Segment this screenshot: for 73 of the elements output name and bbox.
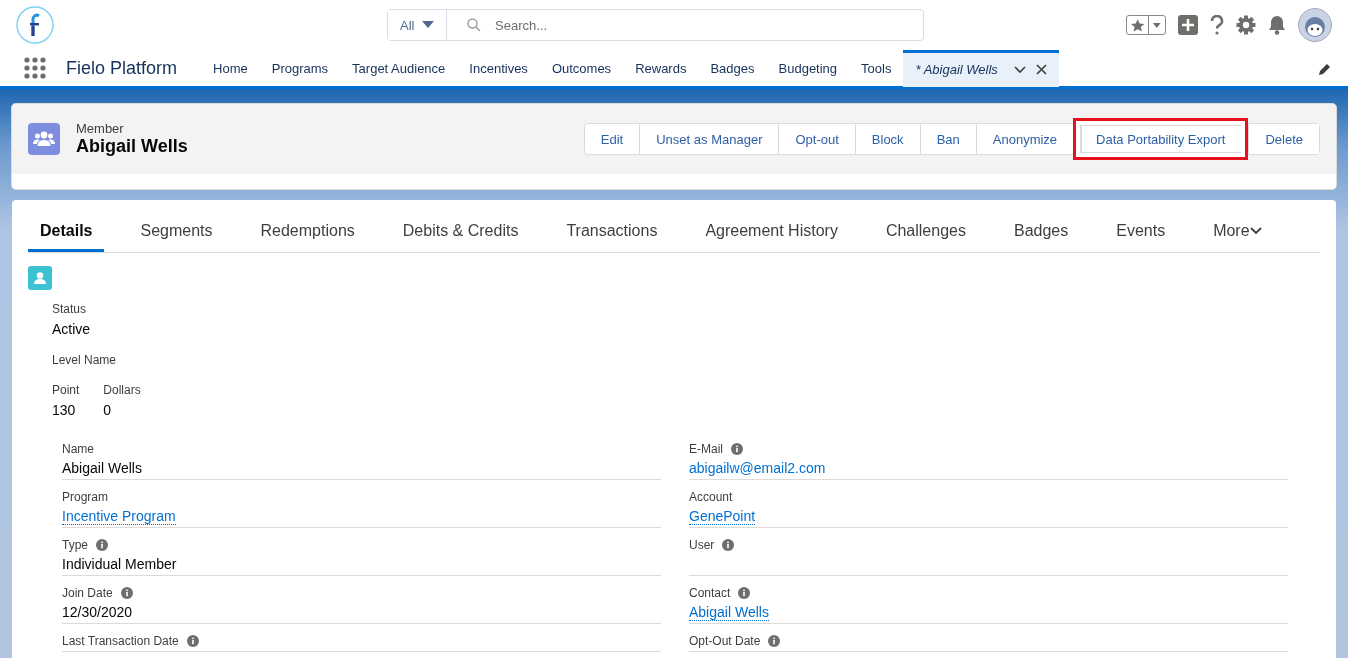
app-launcher-icon[interactable] <box>24 57 46 79</box>
info-icon[interactable] <box>738 587 751 599</box>
tab[interactable]: Agreement History <box>693 222 850 252</box>
info-icon[interactable] <box>96 539 108 551</box>
search-icon <box>467 18 481 32</box>
balance-label: Point <box>52 383 80 397</box>
info-icon[interactable] <box>768 635 781 647</box>
logo-icon[interactable] <box>16 6 54 44</box>
tab[interactable]: Events <box>1104 222 1178 252</box>
notifications-icon[interactable] <box>1268 15 1286 35</box>
email-link[interactable]: abigailw@email2.com <box>689 460 826 476</box>
edit-icon[interactable] <box>1318 62 1332 76</box>
close-icon[interactable] <box>1036 64 1048 75</box>
field-label: Last Transaction Date <box>62 634 179 648</box>
chevron-down-icon[interactable] <box>1014 65 1027 74</box>
caret-down-icon <box>422 21 435 29</box>
add-icon[interactable] <box>1178 15 1198 35</box>
chevron-down-icon <box>1249 227 1262 235</box>
record-type: Member <box>76 121 125 136</box>
settings-icon[interactable] <box>1236 15 1256 35</box>
field-label: Contact <box>689 586 731 600</box>
info-icon[interactable] <box>731 443 743 455</box>
balance-value: 130 <box>52 402 77 418</box>
field-label: Join Date <box>62 586 113 600</box>
nav-item[interactable]: Tools <box>849 50 904 86</box>
field-label: Account <box>689 490 733 504</box>
info-icon[interactable] <box>120 587 133 599</box>
balance-value: 0 <box>103 402 113 418</box>
nav-item[interactable]: Budgeting <box>766 50 850 86</box>
tab[interactable]: Badges <box>1001 222 1081 252</box>
record-name: Abigail Wells <box>76 136 188 157</box>
nav-item[interactable]: Badges <box>698 50 767 86</box>
action-button[interactable]: Delete <box>1248 124 1319 154</box>
avatar-icon[interactable] <box>1298 8 1332 42</box>
nav-item[interactable]: Rewards <box>623 50 699 86</box>
tab[interactable]: Redemptions <box>248 222 367 252</box>
search-bar[interactable]: All Search... <box>387 9 924 41</box>
field-value: Individual Member <box>62 556 177 572</box>
tab[interactable]: Debits & Credits <box>390 222 531 252</box>
tab[interactable]: Details <box>28 222 105 252</box>
nav-item[interactable]: Target Audience <box>340 50 458 86</box>
nav-item[interactable]: Programs <box>259 50 341 86</box>
field-link[interactable]: Incentive Program <box>62 508 176 525</box>
tab[interactable]: Challenges <box>873 222 978 252</box>
field-label: Type <box>62 538 88 552</box>
field-link[interactable]: Abigail Wells <box>689 604 769 621</box>
action-button[interactable]: Data Portability Export <box>1073 118 1249 160</box>
info-icon[interactable] <box>186 635 199 647</box>
field-value: Abigail Wells <box>62 460 142 476</box>
field-link[interactable]: GenePoint <box>689 508 756 525</box>
user-icon <box>28 266 52 290</box>
nav-item[interactable]: Outcomes <box>539 50 624 86</box>
favorites-button[interactable] <box>1126 15 1166 35</box>
help-icon[interactable] <box>1210 15 1224 35</box>
record-tab[interactable]: * Abigail Wells <box>903 49 1060 87</box>
field-label: Level Name <box>52 353 118 367</box>
field-label: Opt-Out Date <box>689 634 761 648</box>
field-label: Status <box>52 302 88 316</box>
tab[interactable]: Transactions <box>554 222 670 252</box>
member-icon <box>28 123 60 155</box>
field-value: 12/30/2020 <box>62 604 133 620</box>
info-icon[interactable] <box>722 539 735 551</box>
tab[interactable]: More <box>1201 222 1274 252</box>
field-label: Name <box>62 442 94 456</box>
nav-item[interactable]: Incentives <box>457 50 540 86</box>
field-value: Active <box>52 321 92 337</box>
app-name: Fielo Platform <box>66 57 178 79</box>
nav-item[interactable]: Home <box>201 50 260 86</box>
balance-label: Dollars <box>103 383 141 397</box>
tab[interactable]: Segments <box>128 222 225 252</box>
field-label: E-Mail <box>689 442 723 456</box>
field-label: User <box>689 538 715 552</box>
field-label: Program <box>62 490 108 504</box>
